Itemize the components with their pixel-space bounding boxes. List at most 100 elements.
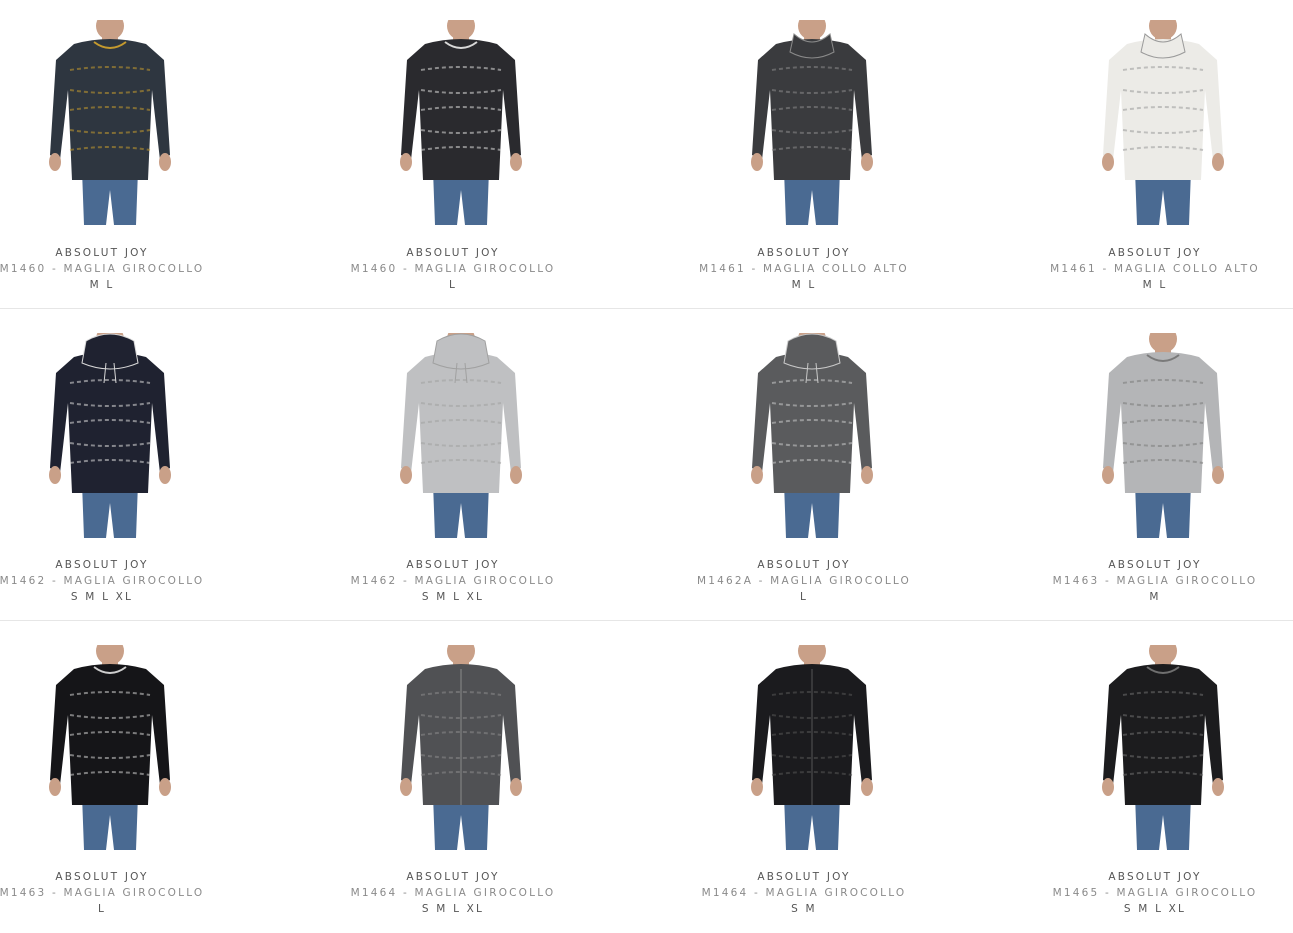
product-row: ABSOLUT JOY M1460 - MAGLIA GIROCOLLO M L A… [0,0,1293,312]
product-brand[interactable]: ABSOLUT JOY [303,871,603,883]
product-sizes: L [799,591,809,603]
sweater-shape [50,39,170,180]
sweater-photo [1102,333,1224,538]
product-sizes: M L [89,279,115,291]
hand-shape [861,466,873,484]
product-card[interactable]: ABSOLUT JOY M1462 - MAGLIA GIROCOLLO S M L… [0,309,252,609]
product-brand[interactable]: ABSOLUT JOY [303,559,603,571]
product-brand[interactable]: ABSOLUT JOY [654,871,954,883]
product-name[interactable]: M1463 - MAGLIA GIROCOLLO [1005,575,1293,587]
product-image[interactable] [42,645,178,850]
sweater-photo [400,333,522,538]
product-row: ABSOLUT JOY M1462 - MAGLIA GIROCOLLO S M L… [0,308,1293,621]
product-brand[interactable]: ABSOLUT JOY [654,559,954,571]
sweater-photo [1102,20,1224,225]
product-image[interactable] [1095,333,1231,538]
sweater-shape [50,664,170,805]
sweater-shape [1103,664,1223,805]
hand-shape [510,466,522,484]
product-card[interactable]: ABSOLUT JOY M1464 - MAGLIA GIROCOLLO S M [654,621,954,921]
product-card[interactable]: ABSOLUT JOY M1463 - MAGLIA GIROCOLLO L [0,621,252,921]
product-name[interactable]: M1464 - MAGLIA GIROCOLLO [654,887,954,899]
product-card[interactable]: ABSOLUT JOY M1464 - MAGLIA GIROCOLLO S M L… [303,621,603,921]
hand-shape [1212,778,1224,796]
product-sizes: M L [1142,279,1168,291]
product-name[interactable]: M1461 - MAGLIA COLLO ALTO [1005,263,1293,275]
product-image[interactable] [42,20,178,225]
hand-shape [1212,466,1224,484]
product-card[interactable]: ABSOLUT JOY M1461 - MAGLIA COLLO ALTO M L [654,0,954,300]
product-sizes: S M L XL [1123,903,1187,915]
hand-shape [159,153,171,171]
sweater-photo [400,645,522,850]
product-sizes: L [448,279,458,291]
product-sizes: M [1149,591,1161,603]
product-sizes: S M L XL [70,591,134,603]
hand-shape [751,153,763,171]
sweater-photo [49,645,171,850]
product-image[interactable] [393,645,529,850]
sweater-photo [751,20,873,225]
product-image[interactable] [744,645,880,850]
product-sizes: M L [791,279,817,291]
sweater-shape [752,352,872,493]
sweater-photo [49,333,171,538]
product-name[interactable]: M1460 - MAGLIA GIROCOLLO [0,263,252,275]
hand-shape [400,778,412,796]
product-name[interactable]: M1462 - MAGLIA GIROCOLLO [303,575,603,587]
product-card[interactable]: ABSOLUT JOY M1460 - MAGLIA GIROCOLLO M L [0,0,252,300]
product-brand[interactable]: ABSOLUT JOY [0,247,252,259]
product-sizes: S M L XL [421,591,485,603]
hood-shape [783,333,841,370]
hand-shape [1102,466,1114,484]
product-sizes: S M L XL [421,903,485,915]
hand-shape [861,153,873,171]
hood-shape [432,333,490,370]
sweater-shape [1103,352,1223,493]
product-image[interactable] [42,333,178,538]
product-name[interactable]: M1465 - MAGLIA GIROCOLLO [1005,887,1293,899]
product-sizes: L [97,903,107,915]
hand-shape [159,466,171,484]
hand-shape [159,778,171,796]
product-image[interactable] [393,20,529,225]
hood-shape [81,333,139,370]
hand-shape [49,153,61,171]
sweater-shape [1103,39,1223,180]
product-card[interactable]: ABSOLUT JOY M1465 - MAGLIA GIROCOLLO S M L… [1005,621,1293,921]
hand-shape [400,466,412,484]
product-image[interactable] [1095,645,1231,850]
hand-shape [1102,778,1114,796]
product-brand[interactable]: ABSOLUT JOY [303,247,603,259]
product-name[interactable]: M1464 - MAGLIA GIROCOLLO [303,887,603,899]
product-image[interactable] [744,333,880,538]
hand-shape [510,778,522,796]
product-brand[interactable]: ABSOLUT JOY [1005,559,1293,571]
hand-shape [49,778,61,796]
hand-shape [1212,153,1224,171]
product-card[interactable]: ABSOLUT JOY M1463 - MAGLIA GIROCOLLO M [1005,309,1293,609]
product-name[interactable]: M1461 - MAGLIA COLLO ALTO [654,263,954,275]
product-name[interactable]: M1462A - MAGLIA GIROCOLLO [654,575,954,587]
product-card[interactable]: ABSOLUT JOY M1462 - MAGLIA GIROCOLLO S M L… [303,309,603,609]
product-brand[interactable]: ABSOLUT JOY [1005,247,1293,259]
product-image[interactable] [744,20,880,225]
hand-shape [510,153,522,171]
product-brand[interactable]: ABSOLUT JOY [1005,871,1293,883]
product-brand[interactable]: ABSOLUT JOY [0,559,252,571]
product-name[interactable]: M1460 - MAGLIA GIROCOLLO [303,263,603,275]
hand-shape [400,153,412,171]
hand-shape [751,466,763,484]
product-card[interactable]: ABSOLUT JOY M1461 - MAGLIA COLLO ALTO M L [1005,0,1293,300]
product-name[interactable]: M1463 - MAGLIA GIROCOLLO [0,887,252,899]
hand-shape [49,466,61,484]
product-image[interactable] [393,333,529,538]
hand-shape [1102,153,1114,171]
hand-shape [751,778,763,796]
product-card[interactable]: ABSOLUT JOY M1460 - MAGLIA GIROCOLLO L [303,0,603,300]
product-name[interactable]: M1462 - MAGLIA GIROCOLLO [0,575,252,587]
product-brand[interactable]: ABSOLUT JOY [654,247,954,259]
product-image[interactable] [1095,20,1231,225]
product-card[interactable]: ABSOLUT JOY M1462A - MAGLIA GIROCOLLO L [654,309,954,609]
product-brand[interactable]: ABSOLUT JOY [0,871,252,883]
